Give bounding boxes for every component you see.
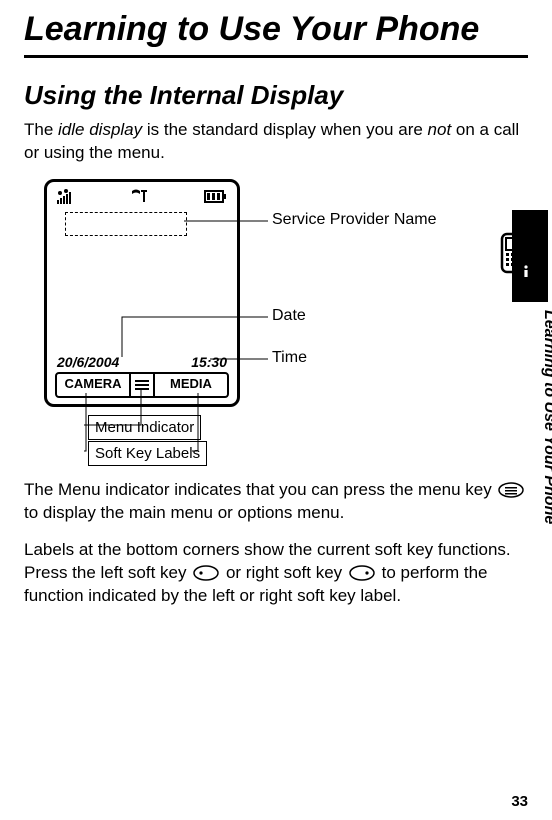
callout-time: Time bbox=[272, 349, 307, 367]
phone-info-icon bbox=[496, 232, 538, 282]
callout-service-provider: Service Provider Name bbox=[272, 211, 437, 229]
service-provider-placeholder bbox=[65, 212, 187, 236]
side-tab-text-container: Learning to Use Your Phone bbox=[528, 310, 548, 590]
text: to display the main menu or options menu… bbox=[24, 503, 344, 522]
left-soft-key-icon bbox=[193, 565, 219, 581]
page-title: Learning to Use Your Phone bbox=[24, 10, 528, 49]
callout-date: Date bbox=[272, 307, 306, 325]
status-bar bbox=[57, 188, 227, 206]
idle-display-term: idle display bbox=[58, 120, 142, 139]
menu-indicator-paragraph: The Menu indicator indicates that you ca… bbox=[24, 479, 528, 525]
intro-paragraph: The idle display is the standard display… bbox=[24, 119, 528, 165]
menu-indicator-icon bbox=[129, 374, 155, 396]
battery-icon bbox=[205, 191, 226, 202]
callout-menu-indicator: Menu Indicator bbox=[88, 415, 201, 440]
time-value: 15:30 bbox=[191, 354, 227, 370]
not-term: not bbox=[428, 120, 452, 139]
soft-key-left-label: CAMERA bbox=[57, 374, 129, 396]
right-soft-key-icon bbox=[349, 565, 375, 581]
title-rule bbox=[24, 55, 528, 58]
soft-key-right-label: MEDIA bbox=[155, 374, 227, 396]
text: The bbox=[24, 120, 58, 139]
text: or right soft key bbox=[221, 563, 347, 582]
date-time-row: 20/6/2004 15:30 bbox=[57, 354, 227, 370]
text: The Menu indicator indicates that you ca… bbox=[24, 480, 496, 499]
text: is the standard display when you are bbox=[142, 120, 427, 139]
display-diagram: 20/6/2004 15:30 CAMERA MEDIA Service Pro… bbox=[24, 179, 528, 469]
callout-soft-key-labels: Soft Key Labels bbox=[88, 441, 207, 466]
phone-screen-outline: 20/6/2004 15:30 CAMERA MEDIA bbox=[44, 179, 240, 407]
page-number: 33 bbox=[511, 793, 528, 810]
side-tab-text: Learning to Use Your Phone bbox=[540, 310, 552, 524]
date-value: 20/6/2004 bbox=[57, 354, 119, 370]
line-indicator-icon bbox=[132, 189, 147, 202]
soft-key-row: CAMERA MEDIA bbox=[55, 372, 229, 398]
soft-key-paragraph: Labels at the bottom corners show the cu… bbox=[24, 539, 528, 608]
section-heading: Using the Internal Display bbox=[24, 80, 528, 111]
signal-icon bbox=[57, 189, 71, 204]
